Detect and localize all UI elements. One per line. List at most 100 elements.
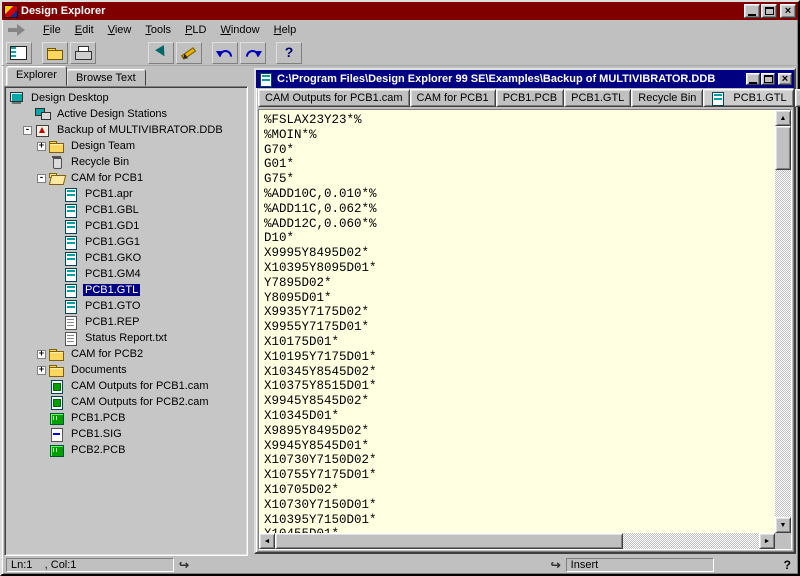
tree-item-cam-for-pcb2[interactable]: +CAM for PCB2	[5, 346, 247, 362]
tree-item-pcb1-gko[interactable]: PCB1.GKO	[5, 250, 247, 266]
menu-item-tools[interactable]: Tools	[138, 22, 178, 38]
horizontal-scroll-thumb[interactable]	[275, 533, 623, 549]
text-line: X9935Y7175D02*	[264, 305, 775, 320]
close-button[interactable]: ×	[780, 4, 796, 18]
menu-item-pld[interactable]: PLD	[178, 22, 213, 38]
expander-icon[interactable]: +	[37, 142, 46, 151]
print-button[interactable]	[70, 42, 96, 64]
menu-item-file[interactable]: File	[36, 22, 68, 38]
tab-scroll-left-button[interactable]: ◄	[795, 89, 800, 107]
tree-item-design-team[interactable]: + Design Team	[5, 138, 247, 154]
text-line: X10395Y7150D01*	[264, 513, 775, 528]
tab-explorer[interactable]: Explorer	[6, 66, 67, 86]
text-line: G75*	[264, 172, 775, 187]
tree-label: PCB1.GM4	[83, 268, 143, 280]
document-icon	[258, 73, 272, 86]
horizontal-scrollbar[interactable]: ◄ ►	[259, 533, 775, 549]
tree-item-backup-of-multivibrator-ddb[interactable]: -Backup of MULTIVIBRATOR.DDB	[5, 122, 247, 138]
doc-tab-pcb1-pcb[interactable]: PCB1.PCB	[496, 89, 564, 107]
tree-item-status-report-txt[interactable]: Status Report.txt	[5, 330, 247, 346]
help-button[interactable]	[276, 42, 302, 64]
doc-tab-pcb1-gtl[interactable]: PCB1.GTL	[564, 89, 631, 107]
expander-icon[interactable]: +	[37, 366, 46, 375]
doc-tabs: CAM Outputs for PCB1.camCAM for PCB1PCB1…	[258, 89, 703, 107]
menu-item-view[interactable]: View	[101, 22, 139, 38]
vertical-scroll-thumb[interactable]	[775, 126, 791, 170]
cursor-position: Ln:1 , Col:1	[6, 558, 174, 572]
tree-label: Recycle Bin	[69, 156, 131, 168]
tree-item-documents[interactable]: +Documents	[5, 362, 247, 378]
vertical-scroll-track[interactable]	[775, 126, 791, 517]
tree-item-pcb1-gd1[interactable]: PCB1.GD1	[5, 218, 247, 234]
menu-item-window[interactable]: Window	[213, 22, 266, 38]
tree-label: Active Design Stations	[55, 108, 169, 120]
minimize-button[interactable]	[744, 4, 760, 18]
tree-item-cam-outputs-for-pcb1-cam[interactable]: CAM Outputs for PCB1.cam	[5, 378, 247, 394]
doc-close-button[interactable]: ×	[778, 73, 792, 85]
text-line: X10375Y8515D01*	[264, 379, 775, 394]
tree-item-cam-outputs-for-pcb2-cam[interactable]: CAM Outputs for PCB2.cam	[5, 394, 247, 410]
doc-minimize-button[interactable]	[746, 73, 760, 85]
redo-button[interactable]	[240, 42, 266, 64]
tree-item-pcb1-rep[interactable]: PCB1.REP	[5, 314, 247, 330]
open-button[interactable]	[42, 42, 68, 64]
tree-item-pcb1-gto[interactable]: PCB1.GTO	[5, 298, 247, 314]
text-line: X10755Y7175D01*	[264, 468, 775, 483]
insert-mode: Insert	[566, 558, 714, 572]
toolbar-group	[276, 42, 302, 64]
tree-label: Status Report.txt	[83, 332, 169, 344]
tree-item-pcb2-pcb[interactable]: PCB2.PCB	[5, 442, 247, 458]
text-line: Y8095D01*	[264, 291, 775, 306]
text-line: Y7895D02*	[264, 276, 775, 291]
tree-item-pcb1-gg1[interactable]: PCB1.GG1	[5, 234, 247, 250]
vertical-scrollbar[interactable]: ▲ ▼	[775, 110, 791, 533]
text-line: X10195Y7175D01*	[264, 350, 775, 365]
document-title-bar: C:\Program Files\Design Explorer 99 SE\E…	[256, 70, 794, 88]
pen-button[interactable]	[176, 42, 202, 64]
tree-item-pcb1-pcb[interactable]: PCB1.PCB	[5, 410, 247, 426]
maximize-button[interactable]	[761, 4, 777, 18]
doc-tab-recycle-bin[interactable]: Recycle Bin	[631, 89, 703, 107]
expander-icon[interactable]: -	[37, 174, 46, 183]
doc-tab-cam-for-pcb1[interactable]: CAM for PCB1	[410, 89, 496, 107]
expander-icon[interactable]: -	[23, 126, 32, 135]
title-bar: Design Explorer ×	[2, 2, 798, 20]
tree-item-pcb1-gm4[interactable]: PCB1.GM4	[5, 266, 247, 282]
horizontal-scroll-track[interactable]	[275, 533, 759, 549]
active-doc-tab[interactable]: PCB1.GTL	[703, 89, 793, 107]
camdoc-icon	[63, 268, 79, 281]
tree-item-active-design-stations[interactable]: Active Design Stations	[5, 106, 247, 122]
tree-item-design-desktop[interactable]: Design Desktop	[5, 90, 247, 106]
tree-item-recycle-bin[interactable]: Recycle Bin	[5, 154, 247, 170]
scroll-up-button[interactable]: ▲	[775, 110, 791, 126]
tree-item-pcb1-sig[interactable]: PCB1.SIG	[5, 426, 247, 442]
tree-label: PCB1.GTL	[83, 284, 140, 296]
scroll-right-button[interactable]: ►	[759, 533, 775, 549]
document-title: C:\Program Files\Design Explorer 99 SE\E…	[277, 73, 743, 85]
scroll-down-button[interactable]: ▼	[775, 517, 791, 533]
tree-label: Design Team	[69, 140, 137, 152]
doc-restore-button[interactable]	[761, 73, 775, 85]
help-button[interactable]: ?	[781, 558, 794, 572]
tree-item-pcb1-gbl[interactable]: PCB1.GBL	[5, 202, 247, 218]
explorer-toggle-button[interactable]	[6, 42, 32, 64]
camdoc-icon	[63, 236, 79, 249]
folder-open-icon	[49, 172, 65, 185]
camfile-icon	[49, 396, 65, 409]
cursor-button[interactable]	[148, 42, 174, 64]
menu-item-edit[interactable]: Edit	[68, 22, 101, 38]
tree-item-pcb1-gtl[interactable]: PCB1.GTL	[5, 282, 247, 298]
tab-browse-text[interactable]: Browse Text	[66, 69, 146, 86]
text-line: %ADD10C,0.010*%	[264, 187, 775, 202]
scroll-left-button[interactable]: ◄	[259, 533, 275, 549]
menu-item-help[interactable]: Help	[267, 22, 304, 38]
undo-button[interactable]	[212, 42, 238, 64]
doc-tab-cam-outputs-for-pcb1-cam[interactable]: CAM Outputs for PCB1.cam	[258, 89, 410, 107]
window-title: Design Explorer	[21, 5, 741, 17]
text-content[interactable]: %FSLAX23Y23*%%MOIN*%G70*G01*G75*%ADD10C,…	[259, 110, 775, 533]
expander-icon[interactable]: +	[37, 350, 46, 359]
tree-item-pcb1-apr[interactable]: PCB1.apr	[5, 186, 247, 202]
toolbar-group	[42, 42, 96, 64]
camdoc-icon	[710, 92, 726, 105]
tree-item-cam-for-pcb1[interactable]: -CAM for PCB1	[5, 170, 247, 186]
